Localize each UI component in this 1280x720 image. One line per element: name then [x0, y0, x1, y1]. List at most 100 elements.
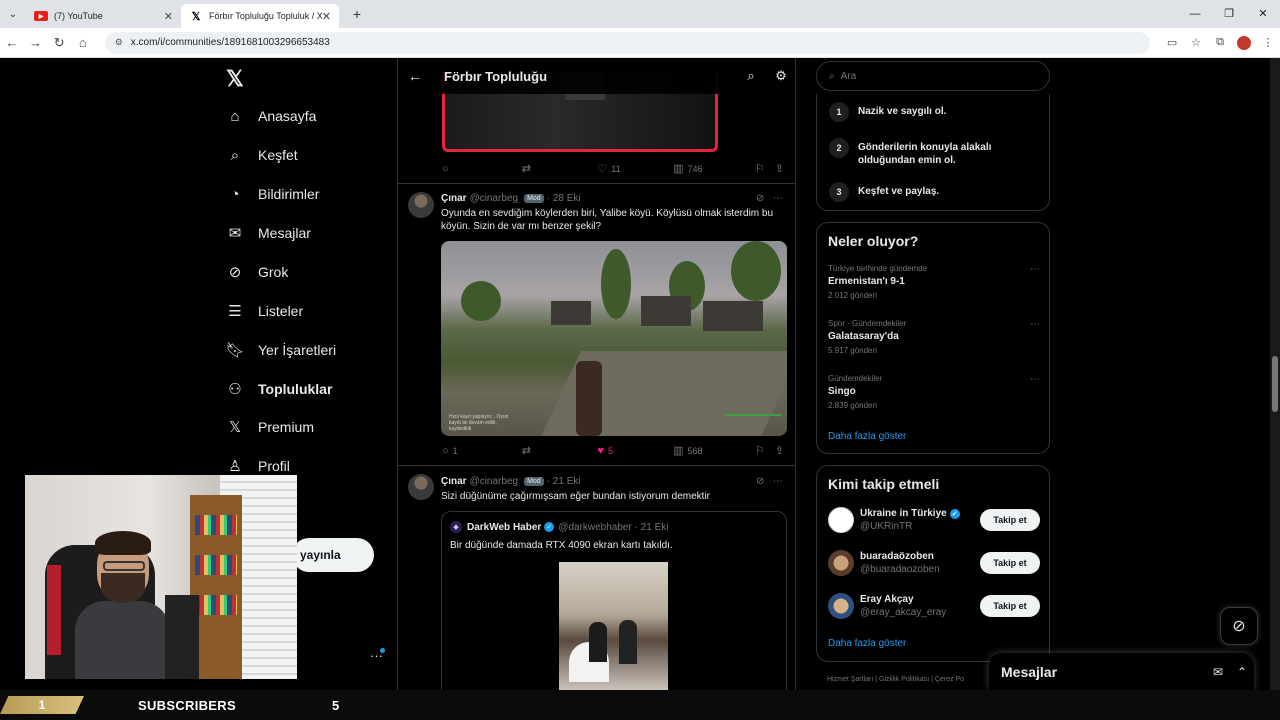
books [195, 515, 237, 535]
post-button[interactable]: yayınla [292, 538, 374, 572]
install-icon[interactable]: ▭ [1160, 36, 1184, 50]
author-handle[interactable]: @cinarbeg [470, 476, 519, 487]
nav-item-home[interactable]: ⌂ Anasayfa [226, 101, 316, 131]
site-info-icon[interactable]: ⚙ [115, 37, 123, 48]
grok-icon[interactable]: ⊘ [756, 193, 764, 204]
reply-button[interactable]: ○ [442, 163, 522, 175]
trend-item[interactable]: Spor · Gündemdekiler Galatasaray'da 5.91… [828, 319, 1040, 355]
reply-button[interactable]: ○ 1 [442, 445, 522, 457]
close-window-icon[interactable]: ✕ [1246, 0, 1280, 28]
nav-item-grok[interactable]: ⊘ Grok [226, 257, 289, 287]
suggestion-name: Eray Akçay [860, 594, 914, 605]
minimize-icon[interactable]: — [1178, 0, 1212, 28]
url-field[interactable]: ⚙ x.com/i/communities/189168100329665348… [104, 31, 1151, 54]
nav-item-communities[interactable]: ⚇ Topluluklar [226, 374, 332, 404]
star-icon[interactable]: ☆ [1184, 36, 1208, 50]
nav-label: Bildirimler [258, 186, 320, 202]
follow-suggestion[interactable]: Ukraine in Türkiye ✓ @UKRinTR Takip et [828, 505, 1040, 535]
like-button[interactable]: ♡ 11 [597, 162, 673, 175]
nav-item-explore[interactable]: ⌕ Keşfet [226, 140, 298, 170]
close-icon[interactable]: ✕ [164, 10, 173, 23]
more-icon[interactable]: ⋯ [773, 476, 783, 487]
trend-item[interactable]: Türkiye tarihinde gündemde Ermenistan'ı … [828, 264, 1040, 300]
author-name[interactable]: Çınar [441, 193, 467, 204]
tab-search-icon[interactable]: ⌄ [0, 9, 26, 20]
nav-item-premium[interactable]: 𝕏 Premium [226, 412, 314, 442]
views-button[interactable]: ▥ 746 [673, 162, 755, 175]
bookmark-button[interactable]: ⚐ [755, 444, 775, 457]
nav-label: Mesajlar [258, 225, 311, 241]
grok-icon: ⊘ [1232, 618, 1246, 635]
grok-icon[interactable]: ⊘ [756, 476, 764, 487]
quote-media[interactable] [559, 562, 668, 692]
retweet-button[interactable]: ⇄ [522, 162, 598, 175]
show-more-link[interactable]: Daha fazla göster [828, 638, 906, 649]
back-arrow-icon[interactable]: ← [398, 68, 432, 84]
follow-button[interactable]: Takip et [980, 595, 1040, 617]
search-icon: ⌕ [829, 70, 835, 82]
nav-item-lists[interactable]: ☰ Listeler [226, 296, 303, 326]
bookmark-button[interactable]: ⚐ [755, 162, 775, 175]
gear-icon[interactable]: ⚙ [766, 68, 795, 84]
quoted-tweet[interactable]: ◆ DarkWeb Haber ✓ @darkwebhaber · 21 Eki… [441, 511, 787, 711]
back-icon[interactable]: ← [0, 35, 24, 50]
share-button[interactable]: ⇪ [775, 444, 788, 457]
more-icon[interactable]: ⋯ [1030, 319, 1040, 330]
tweet-date[interactable]: · 28 Eki [547, 193, 581, 204]
scrollbar[interactable] [1270, 58, 1280, 690]
avatar[interactable] [408, 474, 434, 500]
tweet-tools: ⊘ ⋯ [756, 476, 783, 487]
follow-suggestion[interactable]: Eray Akçay @eray_akcay_eray Takip et [828, 591, 1040, 621]
forward-icon[interactable]: → [24, 35, 48, 50]
nav-item-bookmarks[interactable]: 🔖︎ Yer İşaretleri [225, 335, 336, 365]
browser-menu-icon[interactable]: ⋮ [1256, 36, 1280, 50]
restore-icon[interactable]: ❐ [1212, 0, 1246, 28]
new-tab-button[interactable]: + [347, 6, 367, 22]
search-placeholder: Ara [840, 70, 857, 82]
rule-text: Gönderilerin konuyla alakalı olduğundan … [858, 142, 992, 166]
views-button[interactable]: ▥ 568 [673, 444, 755, 457]
author-name[interactable]: Çınar [441, 476, 467, 487]
share-icon: ⇪ [774, 445, 784, 457]
trend-item[interactable]: Gündemdekiler Singo 2.839 gönderi ⋯ [828, 374, 1040, 410]
profile-avatar[interactable] [1237, 35, 1252, 50]
avatar[interactable] [408, 192, 434, 218]
share-button[interactable]: ⇪ [775, 162, 788, 175]
tweet-text: Oyunda en sevdiğim köylerden biri, Yalib… [441, 208, 774, 232]
views-icon: ▥ [673, 163, 684, 175]
close-icon[interactable]: ✕ [322, 10, 331, 23]
reload-icon[interactable]: ↻ [47, 35, 71, 51]
suggestion-handle: @buaradaozoben [860, 564, 940, 575]
show-more-link[interactable]: Daha fazla göster [828, 431, 906, 442]
x-logo-icon[interactable]: 𝕏 [226, 66, 244, 92]
scrollbar-thumb[interactable] [1272, 356, 1278, 412]
game-hud-text: Hızlı kayıt yapılıyor... Oyun kaydı ile … [449, 414, 509, 432]
tab-x-community[interactable]: 𝕏 Förbır Topluluğu Topluluk / X ✕ [181, 4, 339, 28]
follow-suggestion[interactable]: buaradaözoben @buaradaozoben Takip et [828, 548, 1040, 578]
expand-icon[interactable]: ⌃ [1230, 665, 1254, 679]
extensions-icon[interactable]: ⧉ [1208, 36, 1232, 50]
more-icon[interactable]: ⋯ [1030, 264, 1040, 275]
more-icon[interactable]: ⋯ [773, 193, 783, 204]
browser-tab-bar: ⌄ ▶ (7) YouTube ✕ 𝕏 Förbır Topluluğu Top… [0, 0, 1280, 28]
search-icon[interactable]: ⌕ [736, 68, 766, 84]
follow-button[interactable]: Takip et [980, 552, 1040, 574]
tweet-media[interactable]: Hızlı kayıt yapılıyor... Oyun kaydı ile … [441, 241, 787, 436]
nav-item-notifications[interactable]: ◔ Bildirimler [226, 179, 319, 209]
author-handle[interactable]: @cinarbeg [470, 193, 519, 204]
retweet-button[interactable]: ⇄ [522, 444, 598, 457]
weapon [576, 361, 602, 436]
tweet-date[interactable]: · 21 Eki [547, 476, 581, 487]
grok-floating-button[interactable]: ⊘ [1220, 607, 1258, 645]
search-input[interactable]: ⌕ Ara [816, 61, 1050, 91]
more-icon[interactable]: ⋯ [1030, 374, 1040, 385]
footer-links[interactable]: Hizmet Şartları | Gizlilik Politikası | … [827, 676, 964, 683]
messages-drawer[interactable]: Mesajlar ✉ ⌃ [989, 653, 1254, 690]
nav-item-messages[interactable]: ✉ Mesajlar [226, 218, 311, 248]
tab-youtube[interactable]: ▶ (7) YouTube ✕ [26, 4, 181, 28]
like-button[interactable]: ♥ 5 [597, 445, 673, 457]
home-browser-icon[interactable]: ⌂ [71, 35, 95, 50]
new-message-icon[interactable]: ✉ [1206, 665, 1230, 679]
follow-button[interactable]: Takip et [980, 509, 1040, 531]
quote-text: Bir düğünde damada RTX 4090 ekran kartı … [450, 540, 673, 551]
